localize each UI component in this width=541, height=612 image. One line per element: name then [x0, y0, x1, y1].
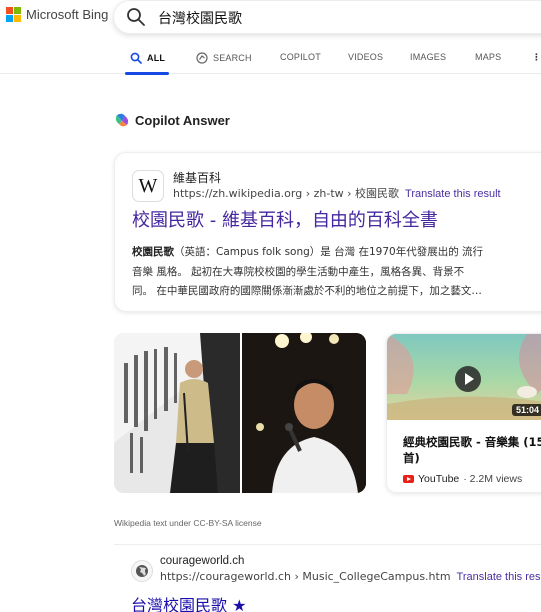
url-text: https://zh.wikipedia.org › zh-tw › 校園民歌 [173, 187, 400, 200]
snippet-line: 同。 在中華民國政府的國際關係漸漸處於不利的地位之前提下，加之藝文… [132, 285, 482, 297]
video-source: YouTube [418, 473, 460, 485]
search-input[interactable]: 台灣校園民歌 [158, 8, 242, 28]
snippet-text: （英語：Campus folk song）是 台灣 在1970年代發展出的 流行 [174, 246, 484, 258]
result-title-link[interactable]: 校園民歌 - 維基百科，自由的百科全書 [132, 206, 438, 232]
result-title-link[interactable]: 台灣校園民歌 ★ [131, 592, 246, 612]
search-icon [130, 52, 142, 64]
copilot-answer-header: Copilot Answer [114, 112, 230, 128]
video-result-card[interactable]: 51:04 經典校園民歌 - 音樂集 (15首) YouTube · 2.2M … [386, 333, 541, 493]
wikipedia-icon: W [132, 170, 164, 202]
play-icon[interactable] [455, 366, 481, 392]
tab-label: SEARCH [213, 53, 252, 63]
result-url[interactable]: https://zh.wikipedia.org › zh-tw › 校園民歌 T… [173, 185, 501, 201]
site-name[interactable]: courageworld.ch [160, 555, 244, 567]
video-duration: 51:04 [511, 404, 541, 416]
brand-name: Microsoft Bing [26, 7, 109, 22]
copilot-icon [115, 113, 129, 127]
tab-all[interactable]: ALL [130, 52, 165, 64]
translate-link[interactable]: Translate this result [405, 188, 501, 200]
video-views: · 2.2M views [463, 473, 523, 485]
globe-icon [131, 560, 153, 582]
youtube-icon [403, 475, 414, 483]
license-note: Wikipedia text under CC-BY-SA license [114, 518, 262, 528]
image-thumbnail-singer[interactable] [242, 333, 366, 493]
result-snippet: 校園民歌（英語：Campus folk song）是 台灣 在1970年代發展出… [132, 243, 522, 302]
image-thumbnail-speaker-calligraphy[interactable] [114, 333, 240, 493]
tab-label: ALL [147, 53, 166, 63]
wikipedia-result-card: W 維基百科 https://zh.wikipedia.org › zh-tw … [114, 152, 541, 312]
url-text: https://courageworld.ch › Music_CollegeC… [160, 570, 451, 583]
result-divider [114, 544, 541, 545]
tab-label: VIDEOS [348, 52, 384, 62]
search-tabs: ALL SEARCH COPILOT VIDEOS IMAGES MAPS ⋮ [0, 44, 541, 75]
video-thumbnail[interactable]: 51:04 [387, 334, 541, 420]
tab-label: IMAGES [410, 52, 447, 62]
bing-logo[interactable]: Microsoft Bing [6, 7, 108, 22]
search-box[interactable]: 台灣校園民歌 [113, 0, 541, 34]
site-name[interactable]: 維基百科 [173, 169, 221, 186]
snippet-bold: 校園民歌 [132, 246, 174, 258]
tab-videos[interactable]: VIDEOS [348, 52, 383, 62]
tab-maps[interactable]: MAPS [475, 52, 501, 62]
video-title-link[interactable]: 經典校園民歌 - 音樂集 (15首) [403, 434, 541, 466]
snippet-line: 音樂 風格。 起初在大專院校校園的學生活動中產生，風格各異、背景不 [132, 265, 465, 278]
video-meta: YouTube · 2.2M views [403, 473, 522, 485]
copilot-title: Copilot Answer [135, 112, 230, 128]
tab-label: COPILOT [280, 52, 321, 62]
tab-copilot[interactable]: COPILOT [280, 52, 321, 62]
copilot-search-icon [196, 52, 208, 64]
singer-image [242, 333, 366, 493]
result-url[interactable]: https://courageworld.ch › Music_CollegeC… [160, 570, 541, 583]
search-icon[interactable] [126, 7, 146, 27]
tab-images[interactable]: IMAGES [410, 52, 446, 62]
more-options-icon[interactable]: ⋮ [532, 52, 541, 63]
speaker-calligraphy-image [114, 333, 240, 493]
microsoft-logo-icon [6, 7, 21, 22]
tab-label: MAPS [475, 52, 502, 62]
snippet-line: 校園民歌（英語：Campus folk song）是 台灣 在1970年代發展出… [132, 243, 522, 263]
tab-search[interactable]: SEARCH [196, 52, 252, 64]
translate-link[interactable]: Translate this result [457, 571, 541, 583]
active-tab-indicator [125, 72, 169, 75]
